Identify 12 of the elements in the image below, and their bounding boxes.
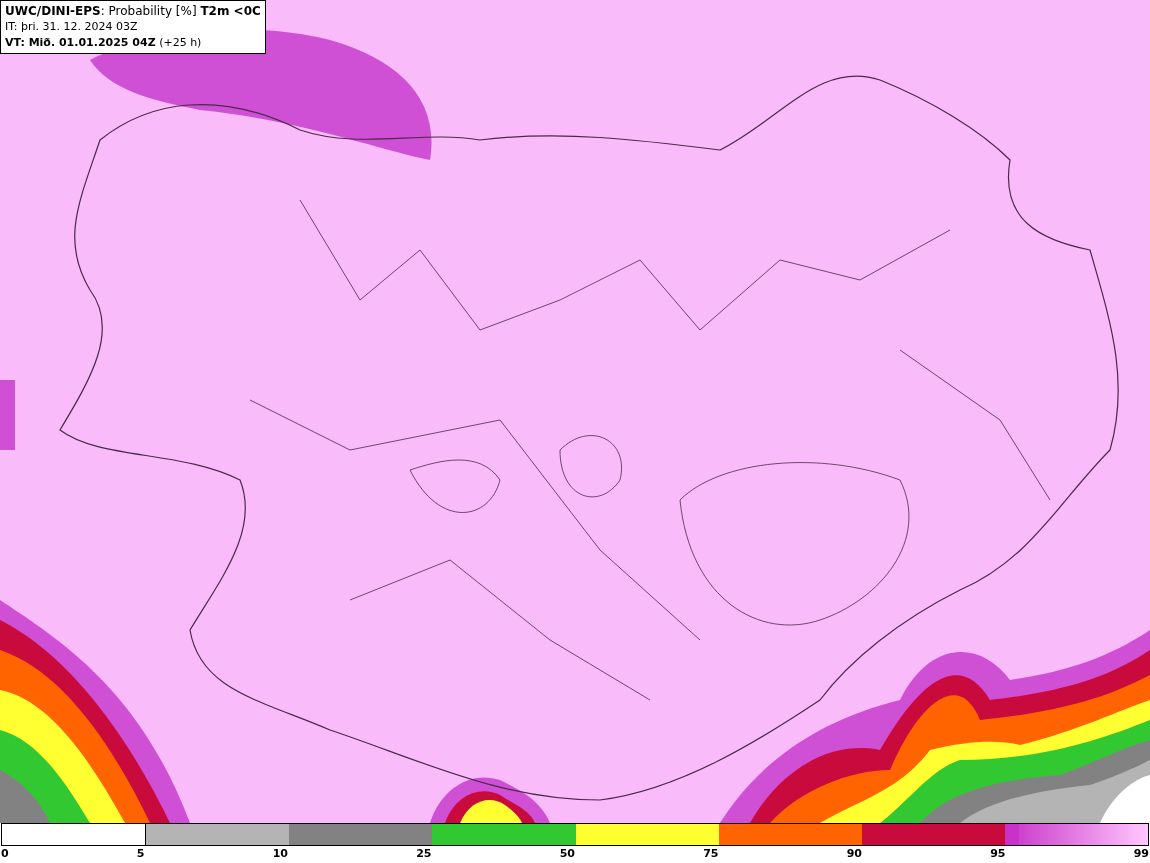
header-text: UWC/DINI-EPS: Probability [%] T2m <0C — [5, 3, 261, 19]
header-text: VT: Mið. 01.01.2025 04Z (+25 h) — [5, 35, 203, 51]
header-text: IT: þri. 31. 12. 2024 03Z — [5, 19, 139, 35]
scale-label: 10 — [272, 846, 288, 862]
scale-label: 95 — [990, 846, 1006, 862]
scale-label: 90 — [846, 846, 862, 862]
scale-label: 75 — [703, 846, 719, 862]
scale-label: 50 — [559, 846, 575, 862]
scale-label: 5 — [136, 846, 145, 862]
scale-label: 0 — [1, 846, 9, 862]
scale-label: 25 — [416, 846, 432, 862]
scale-label: 99 — [1133, 846, 1149, 862]
